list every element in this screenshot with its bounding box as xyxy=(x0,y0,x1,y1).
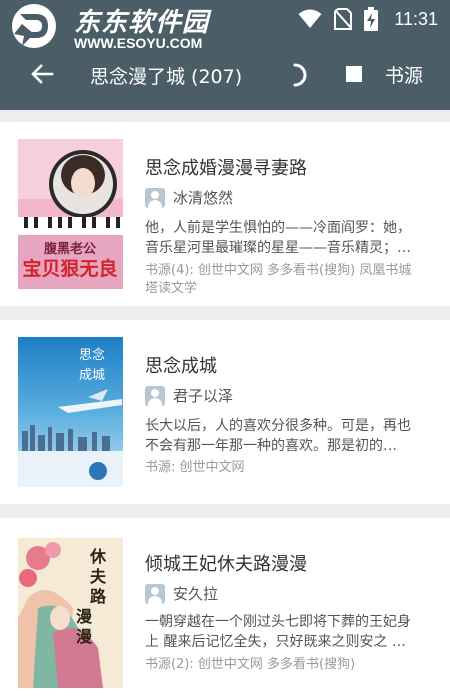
no-sim-icon xyxy=(334,8,353,30)
author-row: 君子以泽 xyxy=(145,385,233,406)
status-icons: 11:31 xyxy=(298,0,438,38)
description-line: 一朝穿越在一个刚过头七即将下葬的王妃身 xyxy=(145,614,411,630)
description-line: 上 醒来后记忆全失，只好既来之则安之 … xyxy=(145,634,406,650)
stop-button[interactable] xyxy=(346,66,362,82)
spinner-icon xyxy=(293,63,307,87)
book-cover: 思念 成城 xyxy=(18,337,123,487)
book-description: 他，人前是学生惧怕的——冷面阎罗：她， 音乐星河里最璀璨的星星——音乐精灵；… xyxy=(145,218,430,258)
book-title: 倾城王妃休夫路漫漫 xyxy=(145,554,307,575)
source-button[interactable]: 书源 xyxy=(385,61,423,88)
book-sources: 书源(2): 创世中文网 多多看书(搜狗) xyxy=(145,656,435,674)
book-card[interactable]: 休 夫 路 漫 漫 倾城王妃休夫路漫漫 安久拉 一朝穿越在一个刚过头七即将下葬的… xyxy=(0,518,450,700)
book-cover: 休 夫 路 漫 漫 xyxy=(18,538,123,688)
book-description: 一朝穿越在一个刚过头七即将下葬的王妃身 上 醒来后记忆全失，只好既来之则安之 … xyxy=(145,612,430,652)
sources-line: 书源(2): 创世中文网 多多看书(搜狗) xyxy=(145,657,356,672)
svg-text:思念: 思念 xyxy=(79,347,105,363)
description-line: 音乐星河里最璀璨的星星——音乐精灵；… xyxy=(145,240,411,256)
wifi-icon xyxy=(298,9,322,28)
person-icon xyxy=(145,187,165,208)
esoyu-logo-icon xyxy=(12,4,56,48)
sources-line: 书源: 创世中文网 xyxy=(145,460,245,475)
clock: 11:31 xyxy=(394,8,438,29)
person-icon xyxy=(145,583,165,604)
watermark: 东东软件园 WWW.ESOYU.COM xyxy=(4,2,234,54)
svg-text:宝贝狠无良: 宝贝狠无良 xyxy=(22,257,117,280)
svg-text:漫: 漫 xyxy=(76,627,92,646)
battery-charging-icon xyxy=(364,7,379,31)
sources-line: 书源(4): 创世中文网 多多看书(搜狗) 凤凰书城 xyxy=(145,263,412,278)
book-author: 安久拉 xyxy=(173,585,219,603)
book-author: 冰清悠然 xyxy=(173,189,234,207)
svg-text:腹黑老公: 腹黑老公 xyxy=(44,241,96,257)
book-title: 思念成城 xyxy=(145,356,217,377)
book-author: 君子以泽 xyxy=(173,387,234,405)
svg-text:漫: 漫 xyxy=(76,607,92,626)
watermark-url: WWW.ESOYU.COM xyxy=(74,35,203,51)
book-sources: 书源(4): 创世中文网 多多看书(搜狗) 凤凰书城 塔读文学 xyxy=(145,262,435,298)
book-card[interactable]: 思念 成城 思念成城 君子以泽 长大以后，人的喜欢分很多种。可是，再也 不会有那… xyxy=(0,320,450,504)
description-line: 不会有那一年那一种的喜欢。那是初的… xyxy=(145,438,397,454)
author-row: 冰清悠然 xyxy=(145,187,233,208)
book-sources: 书源: 创世中文网 xyxy=(145,459,435,477)
author-row: 安久拉 xyxy=(145,583,218,604)
description-line: 长大以后，人的喜欢分很多种。可是，再也 xyxy=(145,418,411,434)
book-title: 思念成婚漫漫寻妻路 xyxy=(145,158,307,179)
person-icon xyxy=(145,385,165,406)
description-line: 他，人前是学生惧怕的——冷面阎罗：她， xyxy=(145,220,411,236)
svg-text:路: 路 xyxy=(90,587,107,606)
watermark-title: 东东软件园 xyxy=(74,8,210,38)
book-description: 长大以后，人的喜欢分很多种。可是，再也 不会有那一年那一种的喜欢。那是初的… xyxy=(145,416,430,456)
sources-line: 塔读文学 xyxy=(145,281,198,296)
book-card[interactable]: 腹黑老公 宝贝狠无良 思念成婚漫漫寻妻路 冰清悠然 他，人前是学生惧怕的——冷面… xyxy=(0,122,450,306)
arrow-left-icon[interactable] xyxy=(28,60,56,88)
search-results-list[interactable]: 腹黑老公 宝贝狠无良 思念成婚漫漫寻妻路 冰清悠然 他，人前是学生惧怕的——冷面… xyxy=(0,110,450,700)
svg-text:成城: 成城 xyxy=(79,368,105,383)
page-title: 思念漫了城 (207) xyxy=(90,66,243,88)
book-cover: 腹黑老公 宝贝狠无良 xyxy=(18,139,123,289)
svg-text:夫: 夫 xyxy=(90,567,107,586)
svg-text:休: 休 xyxy=(89,547,107,566)
